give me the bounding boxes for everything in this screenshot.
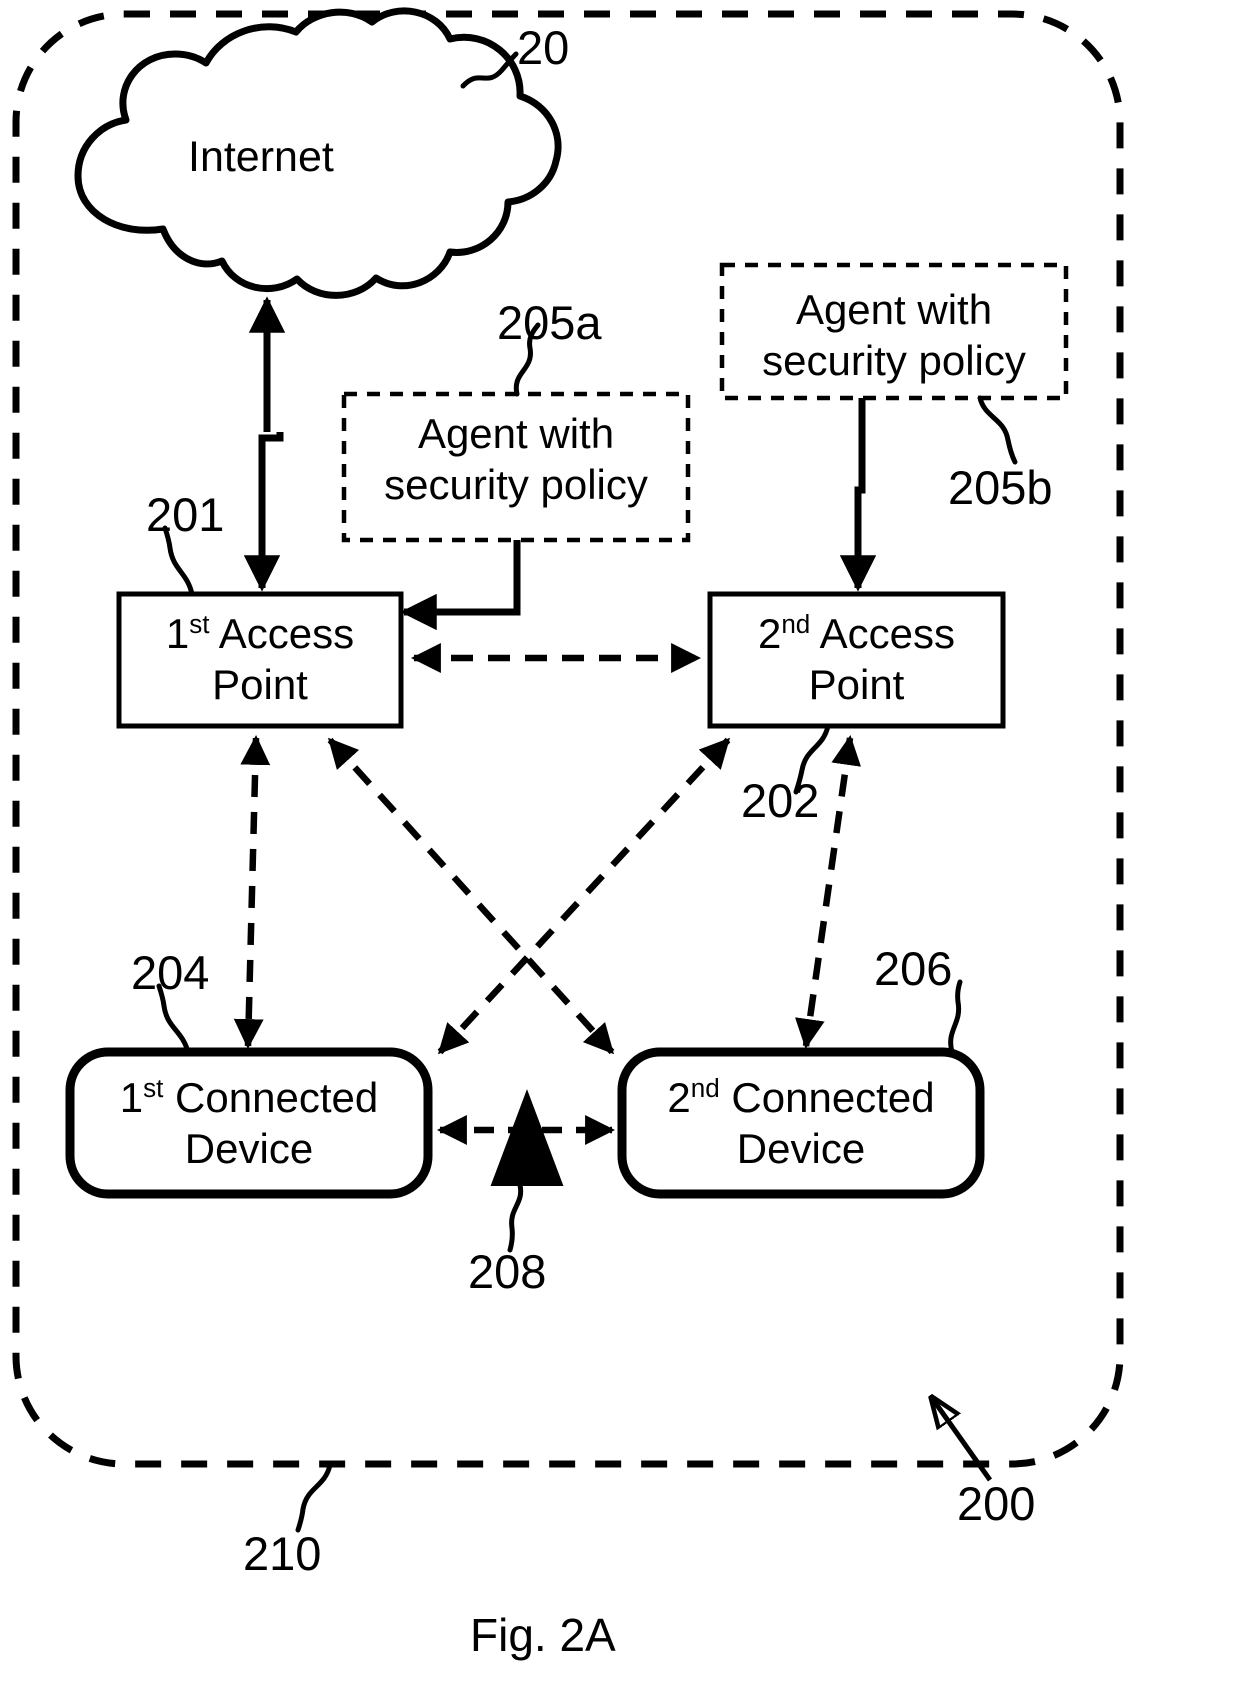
link-ap1-device2 <box>327 737 615 1055</box>
ref-number-204: 204 <box>131 946 210 999</box>
link-ap2-device1 <box>437 737 731 1055</box>
access-point-2-label: 2nd Access Point <box>710 608 1003 710</box>
agent-b-line1: Agent with <box>795 286 993 333</box>
ref-number-205a: 205a <box>497 296 602 349</box>
ref-number-200: 200 <box>957 1477 1036 1530</box>
patent-figure-2a: Internet 20 Agent with security policy 2… <box>0 0 1240 1706</box>
figure-caption: Fig. 2A <box>470 1609 616 1661</box>
ref-number-201: 201 <box>146 488 225 541</box>
agent-a-line1: Agent with <box>417 410 615 457</box>
agent-a-line2: security policy <box>384 461 648 509</box>
link-ap1-device1 <box>233 735 271 1049</box>
access-point-1-line1: 1st Access <box>165 609 355 657</box>
access-point-2-line2: Point <box>808 661 905 709</box>
connected-device-2-label: 2nd Connected Device <box>622 1072 980 1174</box>
system-ref-arrow-200 <box>932 1398 993 1482</box>
agent-a-label: Agent with security policy <box>344 408 688 510</box>
access-point-1-label: 1st Access Point <box>119 608 401 710</box>
link-internet-ap1 <box>243 296 286 592</box>
connected-device-1-line1: 1st Connected <box>119 1073 379 1121</box>
ref-number-202: 202 <box>741 774 820 827</box>
connected-device-1-line2: Device <box>184 1125 314 1173</box>
ref-number-205b: 205b <box>948 461 1053 514</box>
agent-b-label: Agent with security policy <box>722 284 1066 386</box>
ref-number-20: 20 <box>517 21 570 74</box>
connected-device-2-line2: Device <box>736 1125 866 1173</box>
agent-b-line2: security policy <box>762 337 1026 385</box>
figure-vector-layer <box>12 7 1124 1533</box>
ref-number-206: 206 <box>874 942 953 995</box>
connected-device-1-label: 1st Connected Device <box>70 1072 428 1174</box>
interference-triangle-icon <box>490 1089 564 1253</box>
connected-device-2-line1: 2nd Connected <box>667 1073 935 1121</box>
ref-number-210: 210 <box>243 1527 322 1580</box>
access-point-1-line2: Point <box>212 661 308 709</box>
access-point-2-line1: 2nd Access <box>757 609 956 657</box>
boundary-leader-210 <box>295 1462 333 1533</box>
internet-cloud-label: Internet <box>188 133 334 181</box>
ref-number-208: 208 <box>468 1245 547 1298</box>
